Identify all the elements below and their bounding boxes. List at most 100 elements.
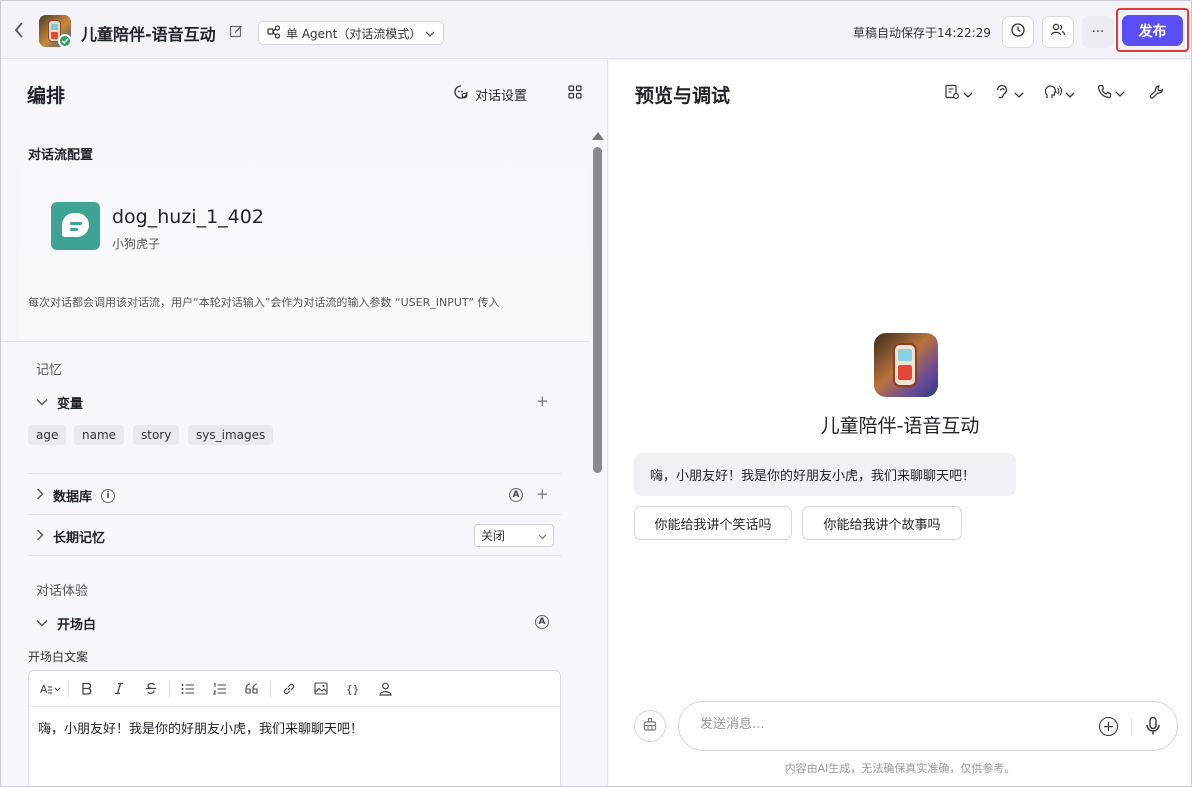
- bot-name: 儿童陪伴-语音互动: [820, 415, 980, 437]
- published-check-icon: [58, 34, 72, 48]
- layout-grid-icon[interactable]: [568, 85, 582, 103]
- divider: [1, 341, 589, 342]
- wrench-icon: [1149, 84, 1165, 104]
- scrollbar[interactable]: [590, 132, 604, 786]
- add-database-button[interactable]: +: [536, 485, 549, 503]
- speaker-dropdown[interactable]: [1044, 84, 1075, 104]
- clear-context-button[interactable]: [634, 710, 666, 742]
- greeting-message: 嗨，小朋友好！我是你的好朋友小虎，我们来聊聊天吧！: [634, 453, 1016, 496]
- phone-icon: [1097, 84, 1112, 103]
- numbered-list-icon[interactable]: [204, 671, 236, 707]
- bold-icon[interactable]: [71, 671, 103, 707]
- long-term-memory-select[interactable]: 关闭: [474, 524, 554, 547]
- chat-flow-icon: [51, 202, 100, 250]
- auto-mode-icon[interactable]: A: [509, 488, 523, 502]
- chevron-down-icon: [1115, 86, 1125, 101]
- add-variable-button[interactable]: +: [536, 392, 549, 410]
- chevron-down-icon: [36, 616, 48, 631]
- editor-toolbar: A {}: [29, 671, 560, 707]
- flow-description: 每次对话都会调用该对话流，用户“本轮对话输入”会作为对话流的输入参数 “USER…: [28, 296, 500, 309]
- text-style-icon[interactable]: A: [36, 671, 66, 707]
- collaborators-button[interactable]: [1042, 16, 1074, 48]
- preview-title: 预览与调试: [635, 85, 731, 107]
- link-icon[interactable]: [273, 671, 305, 707]
- opening-editor[interactable]: A {} 嗨，小朋友好！我是你的好朋友小虎，我们来聊聊天吧！ ↗: [28, 670, 561, 786]
- conversation-settings-label: 对话设置: [475, 88, 528, 104]
- memory-group-label: 记忆: [36, 363, 63, 378]
- divider: [28, 514, 561, 515]
- variable-chip[interactable]: age: [28, 425, 67, 445]
- divider: [28, 473, 561, 474]
- person-icon[interactable]: [369, 671, 401, 707]
- agent-mode-label: 单 Agent（对话流模式）: [286, 26, 422, 41]
- opening-label: 开场白: [57, 618, 97, 633]
- chevron-right-icon: [36, 488, 44, 504]
- opening-toggle[interactable]: 开场白: [36, 614, 96, 633]
- flow-section-title: 对话流配置: [28, 148, 94, 163]
- microphone-icon[interactable]: [1145, 716, 1161, 740]
- top-bar: 儿童陪伴-语音互动 单 Agent（对话流模式） 草稿自动保存于14:22:29: [1, 1, 1191, 59]
- voice-head-icon: [1044, 84, 1062, 104]
- add-attachment-icon[interactable]: +: [1099, 717, 1118, 736]
- message-input[interactable]: [700, 717, 1080, 732]
- app-window: 儿童陪伴-语音互动 单 Agent（对话流模式） 草稿自动保存于14:22:29: [0, 0, 1192, 787]
- more-icon: ···: [1091, 24, 1105, 40]
- flow-subtitle: 小狗虎子: [112, 237, 161, 251]
- variables-toggle[interactable]: 变量: [36, 393, 83, 412]
- chevron-right-icon: [36, 529, 44, 545]
- debug-tools-button[interactable]: [1149, 84, 1165, 104]
- chevron-down-icon: [425, 26, 435, 40]
- edit-icon[interactable]: [229, 24, 243, 42]
- agent-mode-select[interactable]: 单 Agent（对话流模式）: [258, 21, 444, 45]
- call-dropdown[interactable]: [1097, 84, 1125, 103]
- debug-log-dropdown[interactable]: [944, 84, 973, 104]
- voice-dropdown[interactable]: [995, 84, 1024, 104]
- scrollbar-thumb[interactable]: [593, 147, 602, 473]
- suggestion-chip[interactable]: 你能给我讲个笑话吗: [634, 506, 792, 540]
- scroll-up-arrow-icon[interactable]: [592, 132, 604, 140]
- autosave-status: 草稿自动保存于14:22:29: [853, 26, 991, 40]
- chevron-down-icon: [538, 529, 547, 543]
- opening-text: 嗨，小朋友好！我是你的好朋友小虎，我们来聊聊天吧！: [38, 722, 364, 737]
- info-icon[interactable]: i: [101, 488, 116, 503]
- document-settings-icon: [944, 84, 960, 104]
- bullet-list-icon[interactable]: [172, 671, 204, 707]
- auto-mode-icon[interactable]: A: [535, 615, 549, 629]
- history-icon: [1010, 22, 1026, 42]
- ai-disclaimer: 内容由AI生成，无法确保真实准确，仅供参考。: [784, 762, 1016, 775]
- long-term-memory-toggle[interactable]: 长期记忆: [36, 527, 105, 546]
- variables-label: 变量: [57, 397, 84, 412]
- more-button[interactable]: ···: [1082, 16, 1114, 48]
- message-input-box: +: [678, 701, 1178, 751]
- ear-icon: [995, 84, 1011, 104]
- preview-panel: 预览与调试 儿童陪伴-语音互动 嗨，小朋友好！我是你的好朋友小虎，我们来聊聊天吧…: [609, 60, 1191, 786]
- settings-chat-icon: [453, 84, 469, 104]
- experience-group-label: 对话体验: [36, 584, 89, 599]
- back-icon[interactable]: [13, 21, 29, 41]
- flow-name: dog_huzi_1_402: [112, 206, 264, 228]
- svg-text:A: A: [40, 683, 48, 695]
- conversation-settings-button[interactable]: 对话设置: [453, 84, 527, 104]
- opening-caption: 开场白文案: [28, 650, 89, 664]
- chevron-down-icon: [1065, 87, 1075, 102]
- variable-chip[interactable]: sys_images: [188, 425, 274, 445]
- code-braces-icon[interactable]: {}: [337, 671, 369, 707]
- svg-text:{}: {}: [346, 683, 359, 695]
- publish-highlight: 发布: [1116, 8, 1189, 52]
- variable-chip[interactable]: story: [133, 425, 180, 445]
- chevron-down-icon: [1014, 87, 1024, 102]
- suggestion-chip[interactable]: 你能给我讲个故事吗: [802, 506, 962, 540]
- broom-icon: [642, 716, 658, 736]
- database-toggle[interactable]: 数据库 i: [36, 486, 116, 505]
- quote-icon[interactable]: [236, 671, 268, 707]
- long-term-memory-value: 关闭: [481, 529, 506, 543]
- variable-chip[interactable]: name: [74, 425, 125, 445]
- bot-avatar-large: [874, 333, 938, 397]
- database-label: 数据库: [53, 490, 93, 505]
- history-button[interactable]: [1002, 16, 1034, 48]
- image-icon[interactable]: [305, 671, 337, 707]
- italic-icon[interactable]: [103, 671, 135, 707]
- app-title: 儿童陪伴-语音互动: [81, 25, 216, 44]
- strikethrough-icon[interactable]: [135, 671, 167, 707]
- publish-button[interactable]: 发布: [1122, 15, 1183, 46]
